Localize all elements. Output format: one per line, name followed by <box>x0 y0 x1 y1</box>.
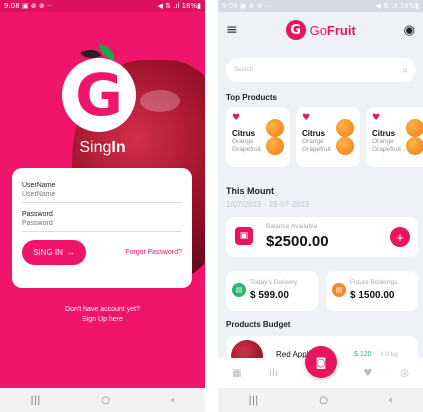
signin-screen: 9:08 ▣ ⊗ ⊗ ·· ◀ ⇅ .ıl 18%▮ G SingIn User… <box>0 0 205 412</box>
heart-icon[interactable]: ♥ <box>372 113 380 123</box>
delivery-label: Today's Delivery <box>250 279 298 286</box>
status-right: ◀ ⇅ .ıl 18%▮ <box>157 2 201 10</box>
username-label: UserName <box>22 182 56 189</box>
search-placeholder: Search <box>234 67 254 73</box>
bookings-value: $ 1500.00 <box>350 290 395 301</box>
status-time: 9:08 <box>4 2 20 10</box>
bookings-icon: ▤ <box>332 283 346 297</box>
login-card: UserName Password SING IN → Forgot Passw… <box>12 168 192 288</box>
budget-item-weight: 1.0 kg <box>380 351 398 358</box>
search-icon[interactable]: ⌕ <box>402 65 408 76</box>
brand-name: GoFruit <box>310 23 356 38</box>
app-header: ≡ G GoFruit ◉ <box>218 12 423 48</box>
brand-light: Go <box>309 22 327 38</box>
orange-image <box>406 137 423 155</box>
signup-prompt: Don't have account yet? Sign Up here <box>0 305 205 325</box>
search-input[interactable]: Search ⌕ <box>226 58 416 82</box>
home-screen: 9:09 ▣ ⊗ ⊗ ·· ◀ ⇅ .ıl 18%▮ ≡ G GoFruit ◉… <box>218 0 423 412</box>
signup-link[interactable]: Sign Up here <box>0 315 205 325</box>
product-card[interactable]: ♥ Citrus Orange Grapefruit <box>366 107 423 167</box>
back-button[interactable]: ‹ <box>171 395 175 406</box>
title-bold: In <box>111 139 126 156</box>
status-bar: 9:08 ▣ ⊗ ⊗ ·· ◀ ⇅ .ıl 18%▮ <box>0 0 205 12</box>
status-icons: ▣ ⊗ ⊗ ·· <box>239 2 270 10</box>
status-time: 9:09 <box>222 2 238 10</box>
top-products-list: ♥ Citrus Orange Grapefruit ♥ Citrus Oran… <box>226 107 423 167</box>
status-bar: 9:09 ▣ ⊗ ⊗ ·· ◀ ⇅ .ıl 18%▮ <box>218 0 423 12</box>
system-nav-bar: ||| ○ ‹ <box>218 388 423 412</box>
balance-value: $2500.00 <box>266 233 329 250</box>
delivery-icon: ▤ <box>232 283 246 297</box>
app-logo: G <box>62 43 136 132</box>
recents-button[interactable]: ||| <box>30 395 40 406</box>
menu-icon[interactable]: ≡ <box>226 22 238 38</box>
orange-image <box>406 119 423 137</box>
add-balance-button[interactable]: + <box>390 227 410 247</box>
stats-tab-icon[interactable]: ılı <box>269 368 277 379</box>
password-input[interactable] <box>22 218 182 232</box>
orange-image <box>266 137 284 155</box>
top-products-title: Top Products <box>226 93 277 102</box>
budget-title: Products Budget <box>226 320 291 329</box>
product-card[interactable]: ♥ Citrus Orange Grapefruit <box>226 107 290 167</box>
logo-g-mark: G <box>62 58 136 132</box>
balance-label: Balance Available <box>266 223 318 230</box>
bookings-label: Future Bookings <box>350 279 398 286</box>
product-card[interactable]: ♥ Citrus Orange Grapefruit <box>296 107 360 167</box>
profile-icon[interactable]: ◉ <box>404 23 415 38</box>
brand-bold: Fruit <box>326 22 356 38</box>
favorites-tab-icon[interactable]: ♥ <box>363 368 372 379</box>
apple-highlight <box>140 90 180 112</box>
system-nav-bar: ||| ○ ‹ <box>0 388 205 412</box>
arrow-right-icon: → <box>66 248 75 257</box>
page-title: SingIn <box>0 139 205 157</box>
orange-image <box>336 137 354 155</box>
wallet-icon: ▣ <box>235 227 253 245</box>
username-input[interactable] <box>22 189 182 203</box>
brand-logo-icon: G <box>285 20 306 40</box>
balance-card: ▣ Balance Available $2500.00 + <box>226 217 418 257</box>
month-title: This Mount <box>226 186 274 196</box>
home-button[interactable]: ○ <box>101 395 110 406</box>
date-range: 1/07/2019 - 28-07-2019 <box>226 200 310 209</box>
budget-item-price: $ 120 <box>354 351 372 358</box>
orange-image <box>336 119 354 137</box>
title-light: Sing <box>79 139 112 156</box>
heart-icon[interactable]: ♥ <box>232 113 240 123</box>
cart-fab-button[interactable]: ◙ <box>305 346 337 378</box>
orange-image <box>266 119 284 137</box>
forgot-password-link[interactable]: Forgot Password? <box>125 249 182 256</box>
bookings-card[interactable]: ▤ Future Bookings $ 1500.00 <box>326 271 418 311</box>
status-right: ◀ ⇅ .ıl 18%▮ <box>375 2 419 10</box>
home-button[interactable]: ○ <box>319 395 328 406</box>
heart-icon[interactable]: ♥ <box>302 113 310 123</box>
no-account-text: Don't have account yet? <box>65 306 140 313</box>
status-icons: ▣ ⊗ ⊗ ·· <box>21 2 52 10</box>
brand: G GoFruit <box>285 20 356 40</box>
back-button[interactable]: ‹ <box>389 395 393 406</box>
password-label: Password <box>22 211 53 218</box>
signin-button-label: SING IN <box>33 248 63 257</box>
delivery-value: $ 599.00 <box>250 290 289 301</box>
delivery-card[interactable]: ▤ Today's Delivery $ 599.00 <box>226 271 318 311</box>
profile-tab-icon[interactable]: ◎ <box>400 368 409 379</box>
recents-button[interactable]: ||| <box>248 395 258 406</box>
store-tab-icon[interactable]: ▦ <box>232 368 241 379</box>
signin-button[interactable]: SING IN → <box>22 240 86 265</box>
